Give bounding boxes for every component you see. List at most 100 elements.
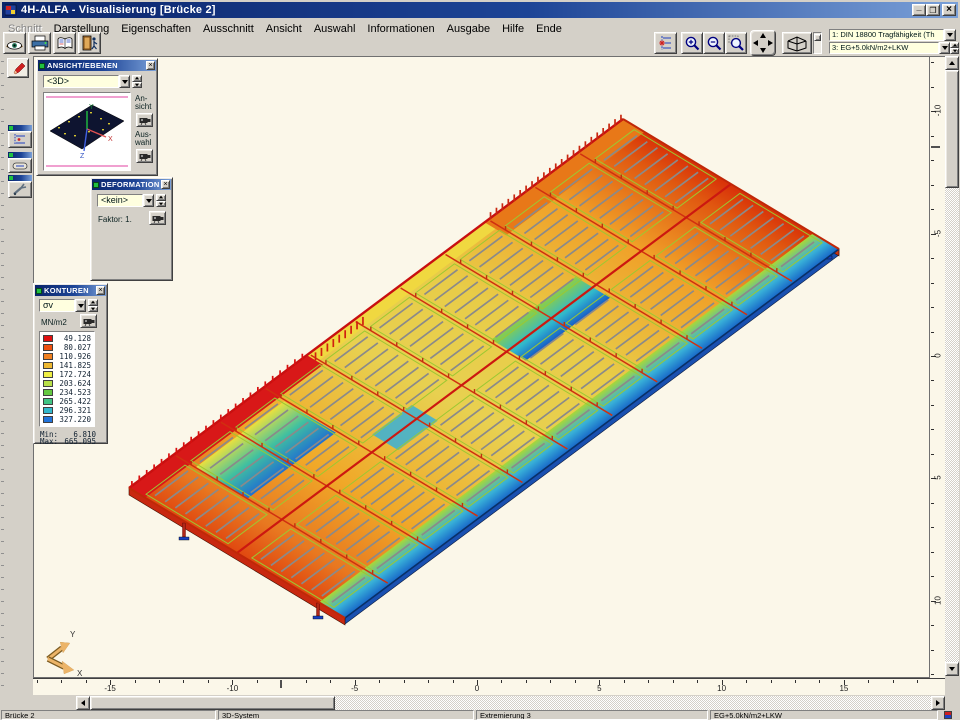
edit-button[interactable] bbox=[7, 58, 29, 78]
help-button[interactable] bbox=[53, 32, 76, 54]
apply-view-button[interactable] bbox=[136, 113, 153, 127]
panel-deformation-titlebar[interactable]: DEFORMATION × bbox=[92, 179, 171, 190]
scroll-down-button[interactable] bbox=[945, 662, 959, 676]
deformation-select[interactable]: <kein> bbox=[97, 194, 143, 207]
close-button[interactable]: × bbox=[942, 4, 956, 16]
view-preview-thumbnail: Y X Z bbox=[44, 93, 130, 170]
load-combination-spinner[interactable] bbox=[950, 42, 959, 54]
ruler-label: 15 bbox=[839, 684, 848, 693]
panel-close-icon[interactable]: × bbox=[96, 286, 105, 295]
svg-text:Y: Y bbox=[70, 630, 76, 639]
camera-icon bbox=[139, 152, 151, 161]
apply-deformation-button[interactable] bbox=[149, 211, 166, 225]
panel-close-icon[interactable]: × bbox=[146, 61, 155, 70]
wrench-icon bbox=[12, 183, 28, 196]
ruler-right: -10-50510 bbox=[929, 56, 945, 678]
print-button[interactable] bbox=[28, 32, 51, 54]
load-combination-dropdown-icon[interactable] bbox=[939, 42, 950, 54]
load-combination-select[interactable]: 3: EG+5.0kN/m2+LKW bbox=[829, 42, 939, 54]
view-preview[interactable]: Y X Z bbox=[43, 92, 131, 171]
svg-text:X: X bbox=[77, 669, 83, 678]
scroll-left-button[interactable] bbox=[76, 696, 90, 710]
apply-selection-button[interactable] bbox=[136, 149, 153, 163]
pan-down-icon[interactable] bbox=[760, 48, 766, 53]
printer-icon bbox=[31, 35, 49, 51]
view-3d-box-icon bbox=[785, 35, 809, 52]
svg-text:Z: Z bbox=[80, 153, 85, 160]
apply-contours-button[interactable] bbox=[80, 314, 97, 328]
pencil-icon bbox=[11, 61, 26, 76]
load-case-dropdown-icon[interactable] bbox=[944, 29, 956, 41]
legend-row: 327.220 bbox=[41, 415, 94, 424]
zoom-window-icon bbox=[728, 35, 745, 52]
legend-value: 203.624 bbox=[56, 379, 94, 388]
min-panel-2-button[interactable] bbox=[8, 158, 32, 173]
ruler-label: -5 bbox=[934, 223, 943, 243]
horizontal-scroll-thumb[interactable] bbox=[90, 696, 335, 710]
manual-book-icon bbox=[56, 36, 74, 51]
status-loadcase: EG+5.0kN/m2+LKW bbox=[710, 710, 938, 720]
view-3d-button[interactable] bbox=[782, 32, 812, 54]
zoom-in-button[interactable] bbox=[681, 32, 703, 54]
display-options-button[interactable] bbox=[654, 32, 677, 54]
contour-legend: 49.12880.027110.926141.825172.724203.624… bbox=[39, 331, 95, 427]
legend-value: 265.422 bbox=[56, 397, 94, 406]
quantity-dropdown-icon[interactable] bbox=[75, 299, 86, 312]
legend-value: 141.825 bbox=[56, 361, 94, 370]
legend-row: 110.926 bbox=[41, 352, 94, 361]
legend-value: 296.321 bbox=[56, 406, 94, 415]
ruler-label: 5 bbox=[934, 468, 943, 488]
viewport-3d[interactable]: YX bbox=[33, 56, 929, 678]
legend-color-chip bbox=[43, 407, 53, 414]
panel-icon bbox=[39, 63, 45, 69]
panel-ansicht-titlebar[interactable]: ANSICHT/EBENEN × bbox=[38, 60, 156, 71]
panel-deformation: DEFORMATION × <kein> Faktor: 1. bbox=[90, 177, 173, 281]
zoom-window-button[interactable] bbox=[725, 32, 747, 54]
min-panel-1-button[interactable] bbox=[8, 131, 32, 148]
maximize-button[interactable]: ❐ bbox=[926, 4, 940, 16]
pan-up-icon[interactable] bbox=[760, 33, 766, 38]
horizontal-scrollbar[interactable] bbox=[0, 696, 945, 710]
legend-color-chip bbox=[43, 344, 53, 351]
status-bar: Brücke 2 3D-System Extremierung 3 EG+5.0… bbox=[0, 710, 960, 720]
view-select-spinner[interactable] bbox=[132, 75, 142, 88]
load-case-select[interactable]: 1: DIN 18800 Tragfähigkeit (Th bbox=[829, 29, 944, 41]
vertical-scrollbar[interactable] bbox=[945, 56, 959, 676]
scroll-right-button[interactable] bbox=[931, 696, 945, 710]
panel-konturen-titlebar[interactable]: KONTUREN × bbox=[35, 285, 106, 296]
pan-control[interactable] bbox=[750, 30, 776, 56]
quantity-select[interactable]: σv bbox=[39, 299, 75, 312]
legend-color-chip bbox=[43, 371, 53, 378]
panel-close-icon[interactable]: × bbox=[161, 180, 170, 189]
legend-row: 141.825 bbox=[41, 361, 94, 370]
quantity-spinner[interactable] bbox=[88, 299, 98, 312]
toolbar: 1: DIN 18800 Tragfähigkeit (Th 3: EG+5.0… bbox=[2, 32, 958, 55]
legend-row: 234.523 bbox=[41, 388, 94, 397]
left-toolbar-strip bbox=[0, 55, 33, 695]
minimize-button[interactable]: _ bbox=[912, 4, 926, 16]
view-select-dropdown-icon[interactable] bbox=[119, 75, 130, 88]
bridge-model-svg: YX bbox=[34, 57, 930, 679]
ruler-label: 10 bbox=[717, 684, 726, 693]
eye-icon bbox=[5, 36, 24, 50]
zoom-out-button[interactable] bbox=[703, 32, 725, 54]
pan-right-icon[interactable] bbox=[768, 40, 773, 46]
legend-color-chip bbox=[43, 380, 53, 387]
ruler-bottom: -15-10-5051015 bbox=[33, 678, 945, 695]
redraw-button[interactable] bbox=[3, 32, 26, 54]
load-case-value: 1: DIN 18800 Tragfähigkeit (Th bbox=[832, 30, 935, 39]
vertical-scroll-thumb[interactable] bbox=[945, 70, 959, 188]
view-select[interactable]: <3D> bbox=[43, 75, 119, 88]
view-3d-spinner[interactable] bbox=[813, 32, 822, 54]
spinner-down-icon[interactable] bbox=[950, 48, 959, 54]
deformation-spinner[interactable] bbox=[156, 194, 166, 207]
axis-triad: YX bbox=[48, 630, 83, 678]
exit-button[interactable] bbox=[78, 32, 101, 54]
scroll-up-button[interactable] bbox=[945, 56, 959, 70]
bridge-model bbox=[129, 115, 839, 625]
legend-row: 80.027 bbox=[41, 343, 94, 352]
min-panel-3-button[interactable] bbox=[8, 181, 32, 198]
pan-left-icon[interactable] bbox=[753, 40, 758, 46]
deformation-dropdown-icon[interactable] bbox=[143, 194, 154, 207]
ansicht-label: An-sicht bbox=[135, 95, 151, 111]
